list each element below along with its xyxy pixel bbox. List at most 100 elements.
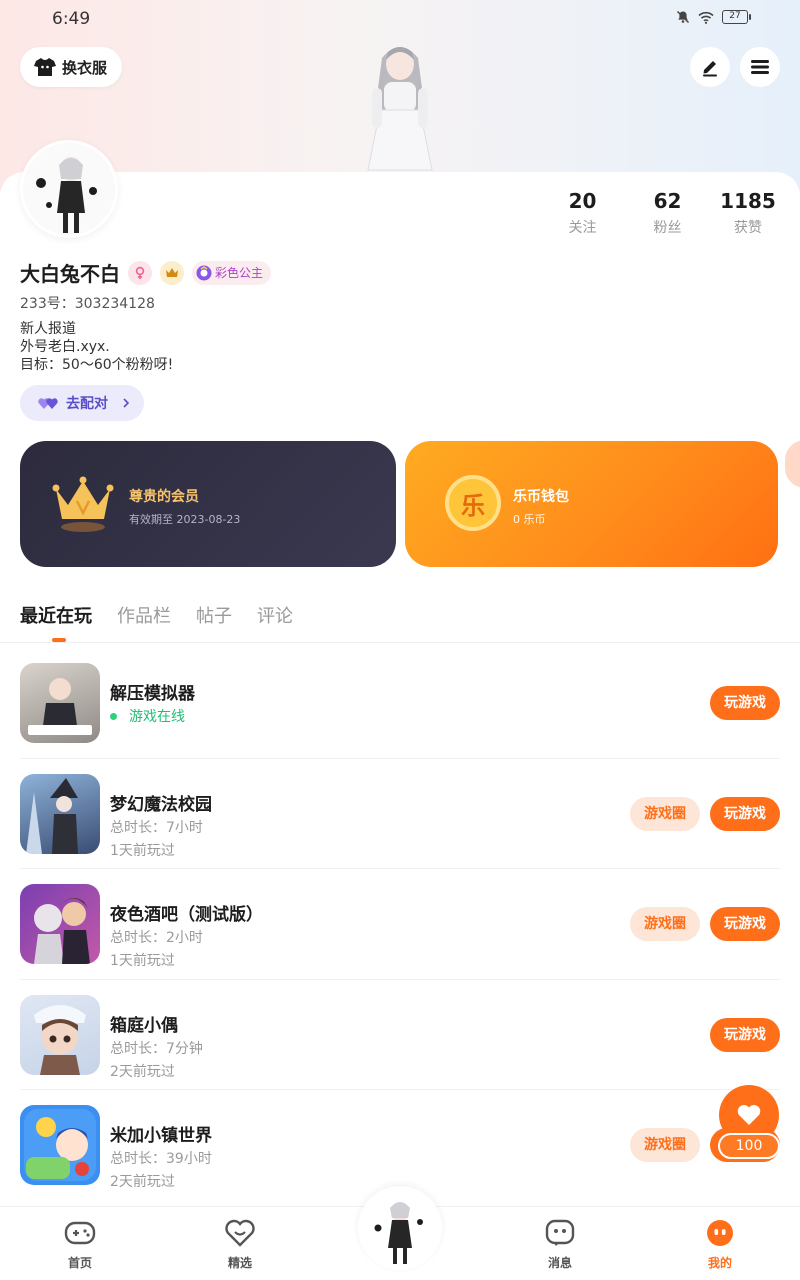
game-name: 米加小镇世界 — [110, 1126, 212, 1146]
go-pair-button[interactable]: 去配对 — [20, 385, 144, 421]
game-name: 梦幻魔法校园 — [110, 794, 212, 815]
game-circle-button[interactable]: 游戏圈 — [630, 907, 700, 941]
play-duration: 总时长：39小时 — [110, 1151, 212, 1167]
nav-home[interactable]: 首页 — [40, 1219, 120, 1271]
user-avatar[interactable] — [20, 140, 118, 238]
game-icon — [20, 773, 100, 854]
nav-messages[interactable]: 消息 — [520, 1219, 600, 1271]
status-time: 6:49 — [52, 9, 91, 29]
vip-membership-card[interactable]: 尊贵的会员 有效期至 2023-08-23 — [20, 441, 396, 567]
list-item[interactable]: 解压模拟器 游戏在线 玩游戏 — [20, 648, 780, 759]
last-played: 2天前玩过 — [110, 1063, 175, 1080]
menu-button[interactable] — [740, 47, 780, 87]
game-circle-button[interactable]: 游戏圈 — [630, 796, 700, 831]
wifi-icon — [698, 11, 714, 24]
stat-likes-count: 1185 — [720, 189, 776, 213]
status-bar: 6:49 27 — [0, 0, 800, 40]
tshirt-icon — [34, 58, 56, 76]
bio-line: 目标：50～60个粉粉呀! — [20, 357, 174, 373]
crown-badge-icon[interactable] — [160, 260, 184, 285]
tabs-divider — [0, 642, 800, 643]
vip-expiry: 有效期至 2023-08-23 — [129, 513, 241, 526]
wallet-card[interactable]: 乐 乐币钱包 0 乐币 — [405, 441, 778, 567]
double-heart-icon — [38, 398, 58, 409]
pen-icon — [703, 61, 717, 77]
online-dot-icon — [110, 712, 117, 720]
mute-bell-icon — [676, 10, 690, 24]
play-duration: 总时长：7分钟 — [110, 1040, 203, 1057]
user-id: 233号：303234128 — [20, 296, 155, 312]
tab-comments[interactable]: 评论 — [257, 602, 293, 628]
last-played: 1天前玩过 — [110, 842, 175, 859]
profile-face-icon — [707, 1220, 733, 1246]
play-duration: 总时长：7小时 — [110, 819, 203, 836]
list-item[interactable]: 米加小镇世界 总时长：39小时 2天前玩过 游戏圈 玩游戏 — [20, 1090, 780, 1201]
message-face-icon — [545, 1219, 575, 1246]
nav-me-label: 我的 — [707, 1256, 732, 1270]
stat-followers[interactable]: 62 粉丝 — [625, 189, 710, 237]
edit-profile-button[interactable] — [690, 47, 730, 87]
stat-likes[interactable]: 1185 获赞 — [716, 189, 780, 237]
game-icon — [20, 1105, 100, 1185]
go-pair-label: 去配对 — [66, 396, 108, 412]
play-game-button[interactable]: 玩游戏 — [710, 686, 780, 720]
status-icons: 27 — [676, 10, 751, 24]
tab-posts[interactable]: 帖子 — [196, 602, 232, 628]
game-name: 解压模拟器 — [110, 684, 195, 704]
game-name: 夜色酒吧（测试版） — [110, 905, 263, 925]
list-item[interactable]: 夜色酒吧（测试版） 总时长：2小时 1天前玩过 游戏圈 玩游戏 — [20, 869, 780, 980]
stat-followers-label: 粉丝 — [653, 220, 682, 236]
username: 大白兔不白 — [20, 262, 120, 286]
wallet-balance: 0 乐币 — [513, 513, 546, 526]
stat-likes-label: 获赞 — [734, 220, 762, 236]
game-icon — [20, 994, 100, 1075]
nav-home-label: 首页 — [67, 1256, 92, 1270]
game-circle-button[interactable]: 游戏圈 — [630, 1128, 700, 1162]
princess-badge-icon — [196, 265, 212, 280]
username-row: 大白兔不白 彩色公主 — [20, 258, 272, 287]
game-icon — [20, 884, 100, 964]
online-status-label: 游戏在线 — [129, 709, 185, 725]
nav-featured[interactable]: 精选 — [200, 1219, 280, 1271]
nav-me[interactable]: 我的 — [680, 1219, 760, 1271]
list-item[interactable]: 梦幻魔法校园 总时长：7小时 1天前玩过 游戏圈 玩游戏 — [20, 759, 780, 869]
game-list: 解压模拟器 游戏在线 玩游戏 梦幻魔法校园 总时长：7小时 1天前玩过 游戏圈 … — [0, 648, 800, 1201]
play-duration: 总时长：2小时 — [110, 930, 203, 946]
heart-icon — [737, 1105, 761, 1125]
gender-female-icon — [128, 260, 152, 285]
wallet-title: 乐币钱包 — [513, 489, 569, 505]
play-game-button[interactable]: 玩游戏 — [710, 796, 780, 831]
floating-like-count: 100 — [718, 1133, 780, 1159]
change-outfit-label: 换衣服 — [62, 58, 108, 77]
last-played: 2天前玩过 — [110, 1174, 175, 1190]
online-status: 游戏在线 — [110, 706, 185, 726]
stat-following-label: 关注 — [568, 220, 597, 236]
princess-badge[interactable]: 彩色公主 — [192, 260, 272, 285]
bio-line: 外号老白.xyx. — [20, 339, 110, 355]
heart-chat-icon — [225, 1219, 255, 1247]
crown-icon — [52, 476, 114, 532]
tab-recently-played[interactable]: 最近在玩 — [20, 602, 92, 642]
stat-following[interactable]: 20 关注 — [540, 189, 625, 237]
change-outfit-button[interactable]: 换衣服 — [20, 47, 122, 87]
hamburger-menu-icon — [751, 60, 769, 74]
bio-line: 新人报道 — [20, 321, 76, 337]
play-game-button[interactable]: 玩游戏 — [710, 1017, 780, 1052]
last-played: 1天前玩过 — [110, 953, 175, 969]
avatar-3d-character[interactable] — [352, 38, 448, 174]
nav-messages-label: 消息 — [547, 1256, 572, 1270]
center-avatar-character — [374, 1202, 423, 1264]
battery-icon: 27 — [722, 10, 751, 24]
princess-badge-label: 彩色公主 — [215, 266, 264, 280]
tab-works[interactable]: 作品栏 — [117, 602, 171, 628]
gamepad-icon — [64, 1221, 96, 1245]
play-game-button[interactable]: 玩游戏 — [710, 907, 780, 941]
nav-center-avatar[interactable] — [358, 1186, 442, 1270]
profile-tabs: 最近在玩 作品栏 帖子 评论 — [20, 602, 293, 642]
list-item[interactable]: 箱庭小偶 总时长：7分钟 2天前玩过 玩游戏 — [20, 980, 780, 1090]
coin-icon: 乐 — [445, 475, 501, 531]
chevron-right-icon — [123, 398, 130, 408]
vip-title: 尊贵的会员 — [129, 489, 199, 505]
game-icon — [20, 663, 100, 743]
floating-like-button[interactable]: 100 — [718, 1085, 780, 1163]
